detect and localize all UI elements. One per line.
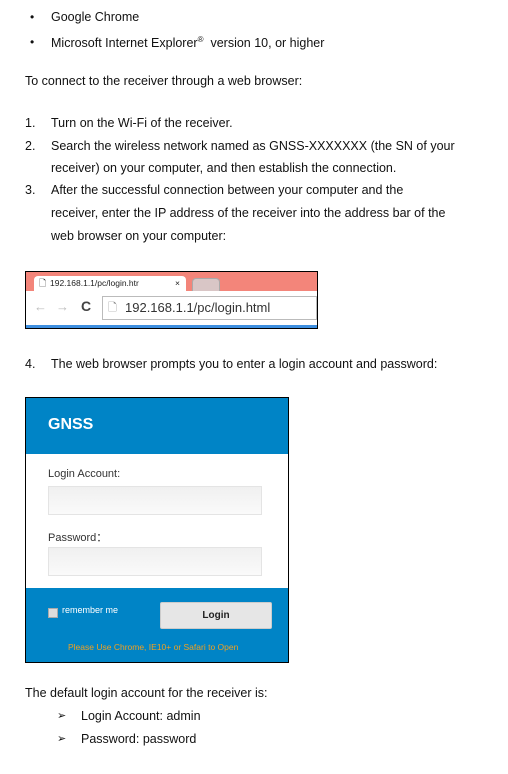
- arrow-bullet-icon: ➢: [57, 733, 67, 745]
- bullet-icon: •: [30, 10, 35, 24]
- browser-notice: Please Use Chrome, IE10+ or Safari to Op…: [68, 642, 239, 652]
- step-text: receiver) on your computer, and then est…: [51, 161, 397, 175]
- back-icon[interactable]: ←: [34, 299, 47, 314]
- browser-tab[interactable]: 🗋 192.168.1.1/pc/login.htr ×: [34, 276, 186, 291]
- page-icon: 🗋: [39, 278, 47, 288]
- address-bar[interactable]: 🗋 192.168.1.1/pc/login.html: [102, 296, 317, 320]
- list-item: Microsoft Internet Explorer® version 10,…: [51, 35, 325, 51]
- list-item: Google Chrome: [51, 10, 140, 24]
- login-button[interactable]: Login: [160, 602, 272, 629]
- brand-logo: GNSS: [48, 416, 94, 433]
- remember-label: remember me: [62, 605, 119, 615]
- account-label: Login Account:: [48, 468, 121, 480]
- password-input[interactable]: [48, 547, 262, 576]
- forward-icon[interactable]: →: [56, 299, 69, 314]
- page-icon: 🗋: [108, 302, 117, 314]
- step-text: web browser on your computer:: [51, 229, 227, 243]
- step-number: 4.: [25, 357, 36, 371]
- remember-checkbox[interactable]: [48, 608, 58, 618]
- login-screenshot: GNSS Login Account: Password： remember m…: [25, 397, 289, 663]
- step-text: Search the wireless network named as GNS…: [51, 139, 455, 153]
- password-label: Password：: [48, 532, 108, 544]
- default-intro: The default login account for the receiv…: [25, 686, 268, 700]
- step-number: 3.: [25, 183, 36, 197]
- step-number: 1.: [25, 116, 36, 130]
- bullet-icon: •: [30, 35, 35, 49]
- list-item: Password: password: [81, 732, 197, 746]
- intro-text: To connect to the receiver through a web…: [25, 74, 303, 88]
- reload-icon[interactable]: C: [81, 298, 91, 314]
- new-tab-button[interactable]: [192, 278, 220, 292]
- step-text: receiver, enter the IP address of the re…: [51, 206, 446, 220]
- browser-screenshot: 🗋 192.168.1.1/pc/login.htr × ← → C 🗋 192.16…: [25, 271, 318, 329]
- step-text: After the successful connection between …: [51, 183, 404, 197]
- account-input[interactable]: [48, 486, 262, 515]
- close-icon[interactable]: ×: [175, 276, 180, 291]
- step-text: The web browser prompts you to enter a l…: [51, 357, 438, 371]
- step-number: 2.: [25, 139, 36, 153]
- step-text: Turn on the Wi-Fi of the receiver.: [51, 116, 233, 130]
- arrow-bullet-icon: ➢: [57, 710, 67, 722]
- list-item: Login Account: admin: [81, 709, 201, 723]
